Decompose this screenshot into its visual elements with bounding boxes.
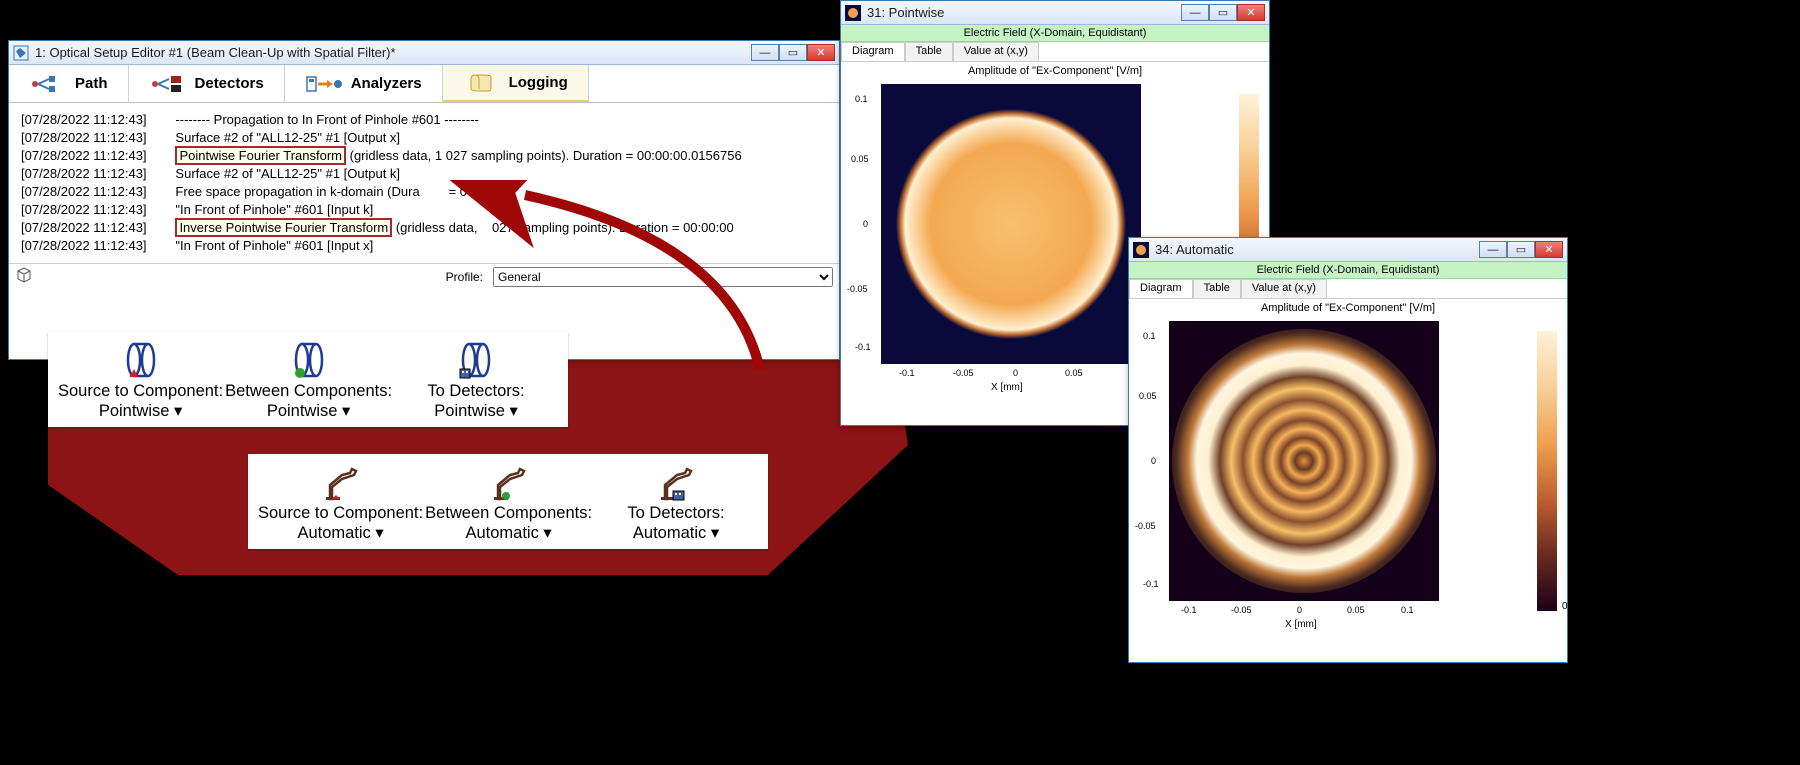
between-components-dropdown[interactable]: Automatic ▾ [425,523,592,543]
viewer31-titlebar[interactable]: 31: Pointwise — ▭ ✕ [841,1,1269,25]
log-line: [07/28/2022 11:12:43] Inverse Pointwise … [21,219,827,237]
source-to-component-dropdown[interactable]: Pointwise ▾ [58,401,223,421]
log-line: [07/28/2022 11:12:43] Free space propaga… [21,183,827,201]
detectors-icon [149,74,187,94]
editor-statusbar: Profile: General [9,263,839,289]
source-to-component-icon [58,338,223,382]
tab-analyzers[interactable]: Analyzers [285,65,443,102]
close-button[interactable]: ✕ [1535,241,1563,258]
to-detectors-dropdown[interactable]: Automatic ▾ [594,523,758,543]
between-components-dropdown[interactable]: Pointwise ▾ [225,401,392,421]
path-icon [29,74,67,94]
to-detectors-label: To Detectors: [594,504,758,523]
between-components-label: Between Components: [225,382,392,401]
x-axis-label: X [mm] [1285,619,1317,630]
viewer31-title: 31: Pointwise [867,5,1181,20]
fourier-mode-panel-automatic: Source to Component: Automatic ▾ Between… [248,454,768,549]
minimize-button[interactable]: — [1479,241,1507,258]
x-axis-label: X [mm] [991,382,1023,393]
tab-diagram[interactable]: Diagram [841,42,905,61]
viewer34-plot[interactable]: 0.1 0.05 0 -0.05 -0.1 -0.1 -0.05 0 0.05 … [1169,321,1517,656]
tab-valueat[interactable]: Value at (x,y) [1241,279,1327,298]
viewer31-subtitle: Electric Field (X-Domain, Equidistant) [841,25,1269,42]
close-button[interactable]: ✕ [807,44,835,61]
minimize-button[interactable]: — [1181,4,1209,21]
tab-diagram[interactable]: Diagram [1129,279,1193,298]
maximize-button[interactable]: ▭ [1507,241,1535,258]
field-viewer-34: 34: Automatic — ▭ ✕ Electric Field (X-Do… [1128,237,1568,663]
viewer34-subtitle: Electric Field (X-Domain, Equidistant) [1129,262,1567,279]
field-icon [845,5,861,21]
y-axis-label: Y [mm] [1129,447,1130,478]
maximize-button[interactable]: ▭ [1209,4,1237,21]
log-line: [07/28/2022 11:12:43] "In Front of Pinho… [21,201,827,219]
field-icon [1133,242,1149,258]
source-to-component-dropdown[interactable]: Automatic ▾ [258,523,423,543]
maximize-button[interactable]: ▭ [779,44,807,61]
log-line: [07/28/2022 11:12:43] "In Front of Pinho… [21,237,827,255]
tab-table[interactable]: Table [1193,279,1241,298]
viewer34-title: 34: Automatic [1155,242,1479,257]
to-detectors-icon [594,460,758,504]
tab-path[interactable]: Path [9,65,129,102]
tab-valueat[interactable]: Value at (x,y) [953,42,1039,61]
minimize-button[interactable]: — [751,44,779,61]
source-to-component-icon [258,460,423,504]
tab-logging[interactable]: Logging [443,65,589,102]
optical-setup-editor-window: 1: Optical Setup Editor #1 (Beam Clean-U… [8,40,840,360]
editor-tabs: Path Detectors Analyzers Logging [9,65,839,103]
source-to-component-label: Source to Component: [58,382,223,401]
editor-titlebar[interactable]: 1: Optical Setup Editor #1 (Beam Clean-U… [9,41,839,65]
editor-icon [13,45,29,61]
close-button[interactable]: ✕ [1237,4,1265,21]
between-components-icon [425,460,592,504]
viewer34-plot-title: Amplitude of "Ex-Component" [V/m] [1129,299,1567,317]
editor-title: 1: Optical Setup Editor #1 (Beam Clean-U… [35,45,751,60]
viewer34-titlebar[interactable]: 34: Automatic — ▭ ✕ [1129,238,1567,262]
log-line: [07/28/2022 11:12:43] Surface #2 of "ALL… [21,129,827,147]
between-components-icon [225,338,392,382]
profile-label: Profile: [446,270,483,284]
view3d-icon[interactable] [15,267,33,286]
to-detectors-label: To Detectors: [394,382,558,401]
viewer31-plot-title: Amplitude of "Ex-Component" [V/m] [841,62,1269,80]
tab-detectors[interactable]: Detectors [129,65,285,102]
profile-select[interactable]: General [493,267,833,287]
log-line: [07/28/2022 11:12:43] -------- Propagati… [21,111,827,129]
source-to-component-label: Source to Component: [258,504,423,523]
fourier-mode-panel-pointwise: Source to Component: Pointwise ▾ Between… [48,332,568,427]
logging-icon [463,73,501,93]
to-detectors-icon [394,338,558,382]
y-axis-label: Y [mm] [841,210,842,241]
analyzers-icon [305,74,343,94]
to-detectors-dropdown[interactable]: Pointwise ▾ [394,401,558,421]
colorbar: 30 15.2 0.383 [1517,321,1557,656]
between-components-label: Between Components: [425,504,592,523]
log-panel: [07/28/2022 11:12:43] -------- Propagati… [9,103,839,263]
log-line: [07/28/2022 11:12:43] Surface #2 of "ALL… [21,165,827,183]
tab-table[interactable]: Table [905,42,953,61]
log-line: [07/28/2022 11:12:43] Pointwise Fourier … [21,147,827,165]
